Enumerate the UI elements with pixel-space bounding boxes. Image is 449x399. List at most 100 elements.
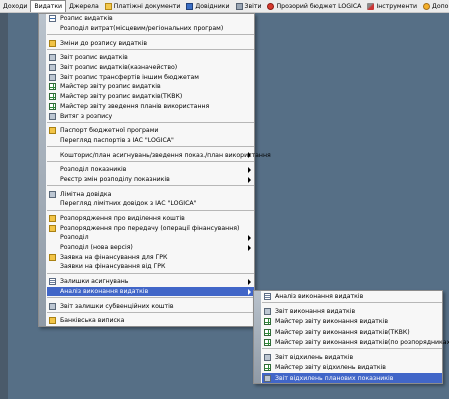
grid-icon: [264, 318, 271, 326]
folder-icon: [49, 224, 56, 232]
menubar-label: Допомога: [432, 2, 449, 10]
main-menu-item-label: Розпорядження про передачу (операції фін…: [60, 224, 240, 232]
main-menu-item[interactable]: Витяг з розпису: [47, 111, 254, 121]
blank-icon: [49, 176, 56, 183]
printer-icon: [264, 307, 271, 315]
main-menu-item[interactable]: Розподіл: [47, 233, 254, 243]
main-menu-item[interactable]: Зміни до розпису видатків: [47, 38, 254, 48]
main-menu-item[interactable]: Розпорядження про виділення коштів: [47, 214, 254, 224]
main-menu-item-label: Реєстр змін розподілу показників: [60, 175, 170, 183]
menubar-item-2[interactable]: Джерела: [66, 0, 102, 12]
main-menu-item[interactable]: Паспорт бюджетної програми: [47, 126, 254, 136]
sub-menu-item[interactable]: Майстер звіту відхилень видатків: [262, 363, 442, 373]
menubar-label: Інструменти: [376, 2, 418, 10]
menubar-item-6[interactable]: Прозорий бюджет LOGICA: [264, 0, 364, 12]
menubar-item-4[interactable]: Довідники: [183, 0, 232, 12]
sub-menu-item[interactable]: Майстер звіту виконання видатків(по розп…: [262, 337, 449, 347]
left-dock-panel: [0, 13, 8, 399]
sub-menu-item[interactable]: Звіт відхилень планових показників: [262, 373, 442, 384]
main-menu-item-label: Заявка на фінансування для ГРК: [60, 253, 168, 261]
printer-icon: [49, 112, 56, 120]
menubar-label: Видатки: [34, 3, 63, 10]
grid-icon: [49, 83, 56, 91]
main-menu-item[interactable]: Банківська виписка: [47, 316, 254, 326]
main-menu-item[interactable]: Реєстр змін розподілу показників: [47, 175, 254, 185]
main-menu-item-label: Звіт розпис трансфертів іншим бюджетам: [60, 73, 199, 81]
main-menu-item[interactable]: Заявка на фінансування для ГРК: [47, 252, 254, 262]
main-menu-item-label: Розподіл витрат(місцевим/регіональних пр…: [60, 25, 224, 33]
expenses-dropdown-menu: Розпис видатків Розподіл витрат(місцевим/…: [38, 13, 271, 327]
menubar-item-8[interactable]: Допомога: [420, 0, 449, 12]
blank-icon: [49, 244, 56, 251]
main-menu-item[interactable]: Звіт розпис видатків: [47, 53, 254, 63]
list-icon: [49, 278, 56, 286]
main-menu-item[interactable]: Кошторис/план асигнувань/зведення показ.…: [47, 150, 271, 160]
printer-icon: [49, 54, 56, 62]
submenu-arrow-icon: [248, 288, 251, 295]
menubar-item-0[interactable]: Доходи: [0, 0, 30, 12]
sub-menu-item[interactable]: Майстер звіту виконання видатків(ТКВК): [262, 327, 442, 337]
blank-icon: [49, 166, 56, 173]
main-menu-item[interactable]: Розпорядження про передачу (операції фін…: [47, 223, 254, 233]
folder-icon: [104, 2, 112, 10]
main-menu-item[interactable]: Звіт залишки субвенційних коштів: [47, 301, 254, 311]
submenu-arrow-icon: [248, 244, 251, 251]
main-menu-item[interactable]: Розподіл витрат(місцевим/регіональних пр…: [47, 24, 254, 34]
submenu-arrow-icon: [248, 166, 251, 173]
sub-menu-item-label: Звіт відхилень видатків: [275, 354, 354, 362]
menubar-item-5[interactable]: Звіти: [233, 0, 265, 12]
sub-menu-item[interactable]: Майстер звіту виконання видатків: [262, 317, 442, 327]
main-menu-item-label: Звіт залишки субвенційних коштів: [60, 302, 174, 310]
folder-icon: [49, 215, 56, 223]
main-menu-item-label: Розподіл: [60, 234, 89, 242]
blank-icon: [49, 263, 56, 270]
sub-menu-item[interactable]: Аналіз виконання видатків: [262, 291, 442, 301]
sub-menu-item-label: Майстер звіту відхилень видатків: [275, 364, 386, 372]
main-menu-item-label: Залишки асигнувань: [60, 278, 129, 286]
menubar-item-3[interactable]: Платіжні документи: [102, 0, 184, 12]
help-icon: [423, 2, 431, 10]
main-menu-item[interactable]: Звіт розпис трансфертів іншим бюджетам: [47, 72, 254, 82]
blank-icon: [49, 234, 56, 241]
main-menu-item-label: Витяг з розпису: [60, 112, 113, 120]
main-menu-item[interactable]: Залишки асигнувань: [47, 277, 254, 287]
main-menu-item-label: Звіт розпис видатків: [60, 54, 128, 62]
main-menu-item[interactable]: Майстер звіту зведення планів використан…: [47, 102, 254, 112]
printer-icon: [49, 190, 56, 198]
main-menu-item[interactable]: Перегляд лімітних довідок з ІАС "LOGICA": [47, 199, 254, 209]
main-menu-item[interactable]: Лімітна довідка: [47, 189, 254, 199]
main-menu-item[interactable]: Перегляд паспортів з ІАС "LOGICA": [47, 136, 254, 146]
main-menu-item[interactable]: Майстер звіту розпис видатків: [47, 82, 254, 92]
printer-icon: [235, 2, 243, 10]
sub-menu-item[interactable]: Звіт відхилень видатків: [262, 352, 442, 362]
blank-icon: [49, 137, 56, 144]
blank-icon: [49, 152, 56, 159]
wrench-icon: [367, 2, 375, 10]
sub-menu-item-label: Звіт відхилень планових показників: [275, 374, 394, 382]
blank-icon: [49, 25, 56, 32]
printer-icon: [49, 73, 56, 81]
grid-icon: [49, 93, 56, 101]
main-menu-item-label: Зміни до розпису видатків: [60, 39, 147, 47]
main-menu-item-label: Розподіл (нова версія): [60, 244, 133, 252]
sub-menu-item-label: Аналіз виконання видатків: [275, 292, 364, 300]
main-menu-item-label: Розподіл показників: [60, 166, 127, 174]
main-menu-item[interactable]: Розподіл показників: [47, 165, 254, 175]
printer-icon: [49, 302, 56, 310]
folder-icon: [49, 253, 56, 261]
menubar-item-1[interactable]: Видатки: [30, 0, 67, 12]
sub-menu-item[interactable]: Звіт виконання видатків: [262, 306, 442, 316]
printer-icon: [264, 374, 271, 382]
submenu-arrow-icon: [248, 278, 251, 285]
main-menu-item[interactable]: Заявки на фінансування від ГРК: [47, 262, 254, 272]
main-menu-item[interactable]: Майстер звіту розпис видатків(ТКВК): [47, 92, 254, 102]
main-menu-item[interactable]: Розпис видатків: [47, 14, 254, 24]
main-menu-item[interactable]: Розподіл (нова версія): [47, 243, 254, 253]
menubar-label: Довідники: [195, 2, 230, 10]
printer-icon: [264, 354, 271, 362]
main-menu-item[interactable]: Звіт розпис видатків(казначейство): [47, 63, 254, 73]
menubar-item-7[interactable]: Інструменти: [364, 0, 420, 12]
main-menu-item[interactable]: Аналіз виконання видатків: [47, 286, 254, 297]
main-menu-item-label: Кошторис/план асигнувань/зведення показ.…: [60, 151, 271, 159]
folder-icon: [49, 39, 56, 47]
